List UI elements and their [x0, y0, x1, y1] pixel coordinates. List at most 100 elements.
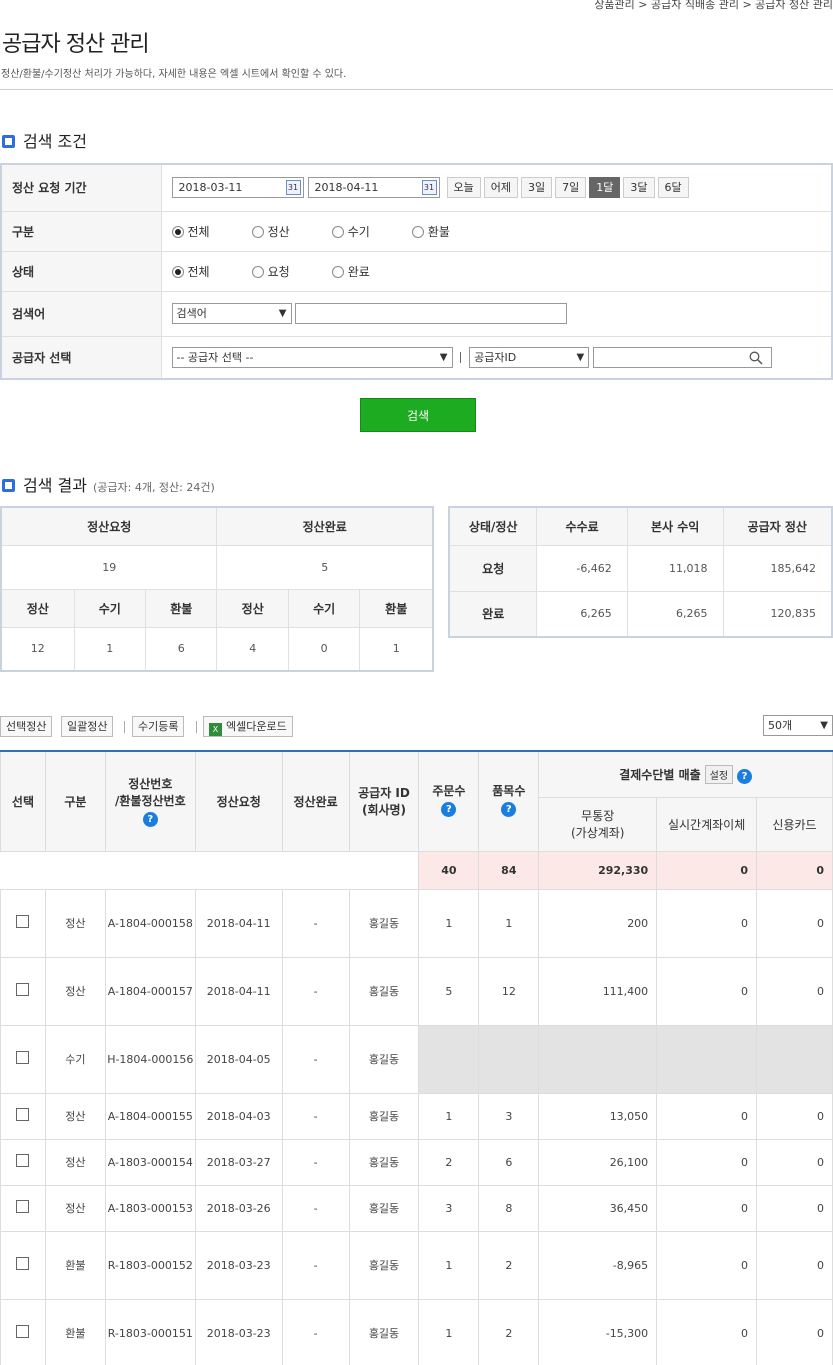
amount-fee: 6,265: [536, 590, 628, 638]
period-button[interactable]: 3달: [623, 177, 655, 199]
period-button[interactable]: 7일: [555, 177, 587, 199]
amount-fee: -6,462: [536, 544, 628, 592]
row-orders: 2: [418, 1138, 480, 1186]
period-label: 정산 요청 기간: [1, 164, 162, 212]
keyword-type-select[interactable]: 검색어 ▼: [171, 303, 292, 324]
totals-row: 40 84 292,330 0 0: [0, 850, 833, 890]
col-realtime: 실시간계좌이체: [656, 796, 758, 852]
row-checkbox[interactable]: [16, 1154, 30, 1167]
supplier-label: 공급자 선택: [1, 336, 162, 379]
row-select-cell: [0, 1184, 46, 1232]
chevron-down-icon: ▼: [278, 308, 287, 319]
radio-circle[interactable]: [331, 265, 344, 278]
supplier-search-input[interactable]: [592, 346, 772, 368]
row-card: 0: [756, 1184, 833, 1232]
calendar-icon[interactable]: 31: [285, 180, 301, 196]
row-items: [478, 1024, 540, 1094]
status-radio-group: 전체 요청 완료: [161, 251, 832, 292]
date-to-input[interactable]: 2018-04-11 31: [307, 177, 440, 199]
result-count: (공급자: 4개, 정산: 24건): [92, 481, 215, 494]
row-items: 8: [478, 1184, 540, 1232]
amount-row-label: 완료: [448, 590, 538, 638]
amount-hq: 6,265: [626, 590, 724, 638]
row-checkbox[interactable]: [16, 1257, 30, 1270]
row-realtime: 0: [656, 1298, 758, 1365]
divider: [460, 351, 462, 363]
amount-row-label: 요청: [448, 544, 538, 592]
supplier-select[interactable]: -- 공급자 선택 -- ▼: [171, 346, 453, 368]
table-row: 정산 A-1803-000153 2018-03-26- 홍길동 3 8 36,450 0 0: [0, 1184, 833, 1232]
row-type: 정산: [44, 1092, 106, 1140]
row-number: A-1804-000158: [104, 888, 196, 958]
row-checkbox[interactable]: [16, 983, 30, 996]
period-button[interactable]: 1달: [589, 177, 621, 199]
settlement-count-summary: 정산요청 정산완료 19 5 정산 수기 환불 정산 수기 환불 12 1 6 4 0 1: [0, 506, 434, 672]
type-radio[interactable]: 정산: [251, 223, 290, 240]
help-icon[interactable]: ?: [142, 812, 158, 828]
table-row: 정산 A-1804-000157 2018-04-11- 홍길동 5 12 111,400 0…: [0, 956, 833, 1026]
divider: [196, 721, 197, 733]
search-section-label: 검색 조건: [23, 132, 87, 151]
row-checkbox[interactable]: [16, 915, 30, 928]
row-checkbox[interactable]: [16, 1108, 30, 1121]
status-radio[interactable]: 완료: [331, 263, 370, 280]
radio-circle[interactable]: [411, 225, 424, 238]
row-request: 2018-04-11: [194, 956, 283, 1026]
row-realtime: 0: [656, 1138, 758, 1186]
col-complete: 정산완료: [281, 750, 350, 852]
excel-download-button[interactable]: X 엑셀다운로드: [203, 716, 293, 737]
search-button[interactable]: 검색: [360, 398, 476, 432]
row-checkbox[interactable]: [16, 1200, 30, 1213]
manual-register-button[interactable]: 수기등록: [132, 716, 185, 737]
row-checkbox[interactable]: [16, 1325, 30, 1338]
period-button[interactable]: 3일: [521, 177, 553, 199]
period-button[interactable]: 오늘: [446, 177, 481, 199]
calendar-icon[interactable]: 31: [421, 180, 437, 196]
section-bullet-icon: [2, 479, 15, 492]
row-realtime: 0: [656, 956, 758, 1026]
radio-circle[interactable]: [251, 265, 264, 278]
row-number: H-1804-000156: [104, 1024, 196, 1094]
row-type: 정산: [44, 888, 106, 958]
summary-subheader: 수기: [287, 588, 361, 628]
row-realtime: 0: [656, 1092, 758, 1140]
row-number: R-1803-000151: [104, 1298, 196, 1365]
radio-circle[interactable]: [251, 225, 264, 238]
page-size-select[interactable]: 50개 ▼: [763, 715, 833, 736]
supplier-id-select[interactable]: 공급자ID ▼: [469, 346, 590, 368]
radio-circle[interactable]: [171, 265, 184, 278]
table-row: 정산 A-1804-000158 2018-04-11- 홍길동 1 1 200 0 0: [0, 888, 833, 958]
row-select-cell: [0, 1298, 46, 1365]
supplier-row: 공급자 선택 -- 공급자 선택 -- ▼ 공급자ID ▼: [1, 336, 832, 379]
row-orders: 3: [418, 1184, 480, 1232]
bulk-settle-button[interactable]: 일괄정산: [61, 716, 114, 737]
summary-subvalue: 6: [144, 626, 218, 672]
supplier-id-select-value: 공급자ID: [474, 350, 517, 364]
help-icon[interactable]: ?: [441, 802, 457, 817]
type-radio[interactable]: 전체: [171, 223, 210, 240]
period-row: 정산 요청 기간 2018-03-11 31 2018-04-11 31 오늘 어제 3일 7…: [1, 164, 832, 212]
date-from-input[interactable]: 2018-03-11 31: [171, 177, 304, 199]
period-button[interactable]: 어제: [483, 177, 518, 199]
help-icon[interactable]: ?: [737, 768, 753, 784]
summary-subvalue: 0: [287, 626, 361, 672]
search-icon[interactable]: [749, 351, 763, 365]
radio-circle[interactable]: [171, 225, 184, 238]
status-radio[interactable]: 전체: [171, 263, 210, 280]
group-request-header: 정산요청: [0, 506, 218, 546]
radio-circle[interactable]: [331, 225, 344, 238]
type-radio[interactable]: 환불: [411, 223, 450, 240]
period-button[interactable]: 6달: [657, 177, 689, 199]
date-to-value: 2018-04-11: [314, 181, 379, 195]
help-icon[interactable]: ?: [501, 802, 517, 817]
payment-settings-button[interactable]: 설정: [704, 764, 734, 784]
row-bank: 26,100: [538, 1138, 658, 1186]
row-type: 수기: [44, 1024, 106, 1094]
row-checkbox[interactable]: [16, 1051, 30, 1064]
type-radio[interactable]: 수기: [331, 223, 370, 240]
keyword-input[interactable]: [295, 303, 568, 324]
status-radio[interactable]: 요청: [251, 263, 290, 280]
summary-subvalue: 4: [216, 626, 289, 672]
select-settle-button[interactable]: 선택정산: [0, 716, 53, 737]
group-complete-total: 5: [216, 544, 434, 590]
